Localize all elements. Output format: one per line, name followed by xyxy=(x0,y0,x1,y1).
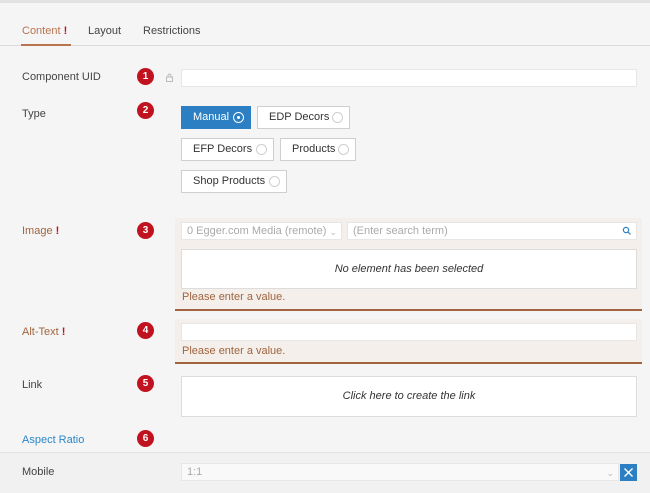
mobile-aspect-value: 1:1 xyxy=(187,466,203,478)
uid-input[interactable] xyxy=(181,69,637,87)
mobile-label: Mobile xyxy=(22,466,55,478)
type-option-efp-decors[interactable]: EFP Decors xyxy=(181,138,274,161)
media-source-value: 0 Egger.com Media (remote) xyxy=(187,225,327,237)
tab-restrictions[interactable]: Restrictions xyxy=(143,25,200,37)
image-required-marker: ! xyxy=(55,225,60,237)
alt-text-required-marker: ! xyxy=(61,326,66,338)
annotation-badge-3: 3 xyxy=(137,222,154,239)
mobile-row: Mobile 1:1 ⌄ xyxy=(0,452,650,493)
tab-bar: Content ! Layout Restrictions xyxy=(0,3,650,46)
aspect-ratio-label[interactable]: Aspect Ratio xyxy=(22,434,84,446)
radio-unchecked-icon xyxy=(256,144,267,155)
annotation-badge-6: 6 xyxy=(137,430,154,447)
radio-checked-icon xyxy=(233,112,244,123)
annotation-badge-1: 1 xyxy=(137,68,154,85)
image-error-message: Please enter a value. xyxy=(182,291,286,303)
type-option-products[interactable]: Products xyxy=(280,138,356,161)
media-source-select[interactable]: 0 Egger.com Media (remote) ⌄ xyxy=(181,222,342,240)
type-option-shop-products[interactable]: Shop Products xyxy=(181,170,287,193)
annotation-badge-2: 2 xyxy=(137,102,154,119)
image-label: Image ! xyxy=(22,225,59,237)
type-option-manual-label: Manual xyxy=(193,111,230,123)
active-tab-indicator xyxy=(21,44,71,46)
tab-content[interactable]: Content ! xyxy=(22,25,67,37)
alt-text-label-text: Alt-Text xyxy=(22,326,59,338)
media-search-placeholder: (Enter search term) xyxy=(353,225,448,237)
clear-button[interactable] xyxy=(620,464,637,481)
type-option-shop-label: Shop Products xyxy=(193,175,266,187)
type-option-edp-label: EDP Decors xyxy=(269,111,330,123)
tab-layout[interactable]: Layout xyxy=(88,25,121,37)
media-search-input[interactable]: (Enter search term) xyxy=(347,222,637,240)
annotation-badge-5: 5 xyxy=(137,375,154,392)
alt-text-input[interactable] xyxy=(181,323,637,341)
radio-unchecked-icon xyxy=(269,176,280,187)
annotation-badge-4: 4 xyxy=(137,322,154,339)
mobile-aspect-select[interactable]: 1:1 ⌄ xyxy=(181,463,619,481)
alt-text-error-message: Please enter a value. xyxy=(182,345,286,357)
alt-text-label: Alt-Text ! xyxy=(22,326,65,338)
search-icon xyxy=(622,226,631,235)
radio-unchecked-icon xyxy=(338,144,349,155)
link-label: Link xyxy=(22,379,43,391)
type-option-edp-decors[interactable]: EDP Decors xyxy=(257,106,350,129)
chevron-down-icon: ⌄ xyxy=(606,468,614,478)
close-icon xyxy=(624,468,633,477)
create-link-box[interactable]: Click here to create the link xyxy=(181,376,637,417)
type-option-manual[interactable]: Manual xyxy=(181,106,251,129)
tab-content-marker: ! xyxy=(63,25,68,37)
uid-label: Component UID xyxy=(22,71,101,83)
chevron-down-icon: ⌄ xyxy=(329,227,337,237)
type-label: Type xyxy=(22,108,46,120)
radio-unchecked-icon xyxy=(332,112,343,123)
tab-content-label: Content xyxy=(22,25,61,37)
type-option-efp-label: EFP Decors xyxy=(193,143,253,155)
image-drop-area[interactable]: No element has been selected xyxy=(181,249,637,289)
type-option-products-label: Products xyxy=(292,143,336,155)
lock-icon xyxy=(166,73,173,82)
image-label-text: Image xyxy=(22,225,53,237)
